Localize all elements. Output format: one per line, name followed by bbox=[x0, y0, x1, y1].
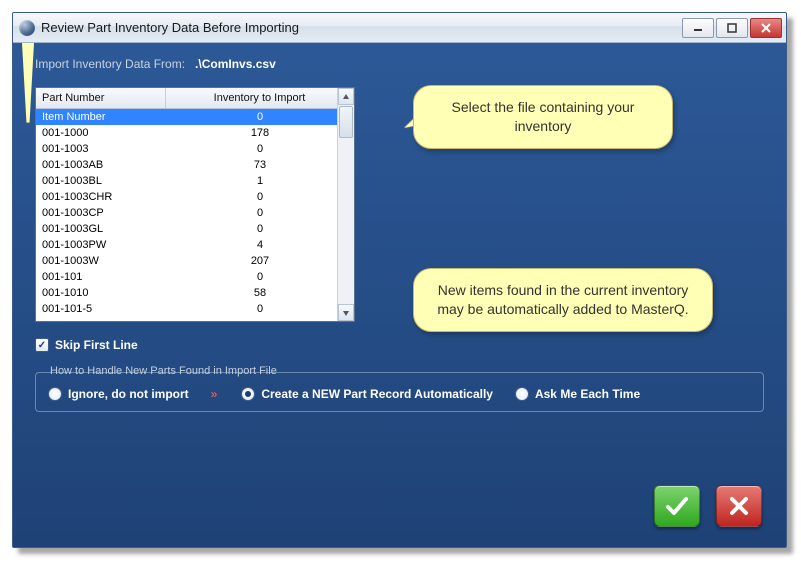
import-from-file[interactable]: .\ComInvs.csv bbox=[195, 57, 276, 71]
window: Review Part Inventory Data Before Import… bbox=[12, 12, 787, 548]
col-inventory[interactable]: Inventory to Import bbox=[166, 88, 354, 108]
cell-inventory: 1 bbox=[166, 173, 354, 189]
table-row[interactable]: 001-1003W207 bbox=[36, 253, 354, 269]
skip-first-line-label[interactable]: Skip First Line bbox=[55, 338, 138, 352]
table-row[interactable]: 001-10030 bbox=[36, 141, 354, 157]
table-body[interactable]: Item Number0001-1000178001-10030001-1003… bbox=[36, 109, 354, 321]
radio-icon bbox=[515, 387, 529, 401]
cell-inventory: 0 bbox=[166, 301, 354, 317]
cell-inventory: 0 bbox=[166, 269, 354, 285]
inventory-table: Part Number Inventory to Import Item Num… bbox=[35, 87, 355, 322]
radio-ask[interactable]: Ask Me Each Time bbox=[515, 387, 640, 401]
cell-part-number: 001-1003AB bbox=[36, 157, 166, 173]
scrollbar bbox=[337, 88, 354, 321]
callout-select-file: Select the file containing your inventor… bbox=[413, 85, 673, 149]
col-part-number[interactable]: Part Number bbox=[36, 88, 166, 108]
import-from-label: Import Inventory Data From: bbox=[35, 57, 185, 71]
radio-ignore-label: Ignore, do not import bbox=[68, 387, 189, 401]
table-row[interactable]: 001-1000178 bbox=[36, 125, 354, 141]
cell-part-number: 001-101-5 bbox=[36, 301, 166, 317]
cell-inventory: 0 bbox=[166, 109, 354, 125]
scroll-track[interactable] bbox=[338, 105, 354, 304]
window-controls bbox=[682, 18, 782, 38]
cell-inventory: 207 bbox=[166, 253, 354, 269]
skip-first-line-row: ✓ Skip First Line bbox=[35, 338, 764, 352]
cell-inventory: 58 bbox=[166, 285, 354, 301]
cell-inventory: 178 bbox=[166, 125, 354, 141]
table-row[interactable]: 001-1003CHR0 bbox=[36, 189, 354, 205]
table-row[interactable]: 001-1003BL1 bbox=[36, 173, 354, 189]
radio-icon bbox=[48, 387, 62, 401]
cell-part-number: 001-1003W bbox=[36, 253, 166, 269]
cell-part-number: 001-1003 bbox=[36, 141, 166, 157]
table-row[interactable]: 001-1003AB73 bbox=[36, 157, 354, 173]
table-row[interactable]: Item Number0 bbox=[36, 109, 354, 125]
cell-part-number: 001-1003CP bbox=[36, 205, 166, 221]
scroll-up-button[interactable] bbox=[338, 88, 354, 105]
x-icon bbox=[727, 494, 751, 518]
scroll-thumb[interactable] bbox=[339, 106, 353, 138]
cell-part-number: 001-1003PW bbox=[36, 237, 166, 253]
table-row[interactable]: 001-1010 bbox=[36, 269, 354, 285]
import-from-row: Import Inventory Data From: .\ComInvs.cs… bbox=[35, 57, 764, 71]
ok-button[interactable] bbox=[654, 485, 700, 527]
titlebar: Review Part Inventory Data Before Import… bbox=[13, 13, 786, 43]
cell-part-number: 001-1003GL bbox=[36, 221, 166, 237]
close-button[interactable] bbox=[750, 18, 782, 38]
radio-create[interactable]: Create a NEW Part Record Automatically bbox=[241, 387, 493, 401]
radio-ignore[interactable]: Ignore, do not import bbox=[48, 387, 189, 401]
scroll-down-button[interactable] bbox=[338, 304, 354, 321]
minimize-button[interactable] bbox=[682, 18, 714, 38]
cell-inventory: 0 bbox=[166, 141, 354, 157]
new-parts-group: How to Handle New Parts Found in Import … bbox=[35, 372, 764, 412]
cell-part-number: Item Number bbox=[36, 109, 166, 125]
cell-part-number: 001-101 bbox=[36, 269, 166, 285]
cell-inventory: 0 bbox=[166, 221, 354, 237]
table-header: Part Number Inventory to Import bbox=[36, 88, 354, 109]
radio-row: Ignore, do not import » Create a NEW Par… bbox=[48, 387, 751, 401]
radio-icon bbox=[241, 387, 255, 401]
table-row[interactable]: 001-1003PW4 bbox=[36, 237, 354, 253]
radio-create-label: Create a NEW Part Record Automatically bbox=[261, 387, 493, 401]
action-buttons bbox=[654, 485, 762, 527]
skip-first-line-checkbox[interactable]: ✓ bbox=[35, 338, 49, 352]
radio-ask-label: Ask Me Each Time bbox=[535, 387, 640, 401]
table-row[interactable]: 001-1003CP0 bbox=[36, 205, 354, 221]
marker-icon: » bbox=[211, 387, 220, 401]
checkmark-icon bbox=[664, 493, 690, 519]
cell-part-number: 001-1010 bbox=[36, 285, 166, 301]
cell-inventory: 73 bbox=[166, 157, 354, 173]
cell-part-number: 001-1003BL bbox=[36, 173, 166, 189]
cell-inventory: 0 bbox=[166, 189, 354, 205]
window-title: Review Part Inventory Data Before Import… bbox=[41, 20, 676, 35]
cell-part-number: 001-1000 bbox=[36, 125, 166, 141]
cell-part-number: 001-1003CHR bbox=[36, 189, 166, 205]
table-row[interactable]: 001-101-50 bbox=[36, 301, 354, 317]
callout-new-items: New items found in the current inventory… bbox=[413, 268, 713, 332]
check-icon: ✓ bbox=[38, 340, 46, 351]
cancel-button[interactable] bbox=[716, 485, 762, 527]
maximize-button[interactable] bbox=[716, 18, 748, 38]
table-row[interactable]: 001-1003GL0 bbox=[36, 221, 354, 237]
table-row[interactable]: 001-101058 bbox=[36, 285, 354, 301]
cell-inventory: 4 bbox=[166, 237, 354, 253]
group-legend: How to Handle New Parts Found in Import … bbox=[46, 365, 281, 377]
cell-inventory: 0 bbox=[166, 205, 354, 221]
app-icon bbox=[19, 20, 35, 36]
